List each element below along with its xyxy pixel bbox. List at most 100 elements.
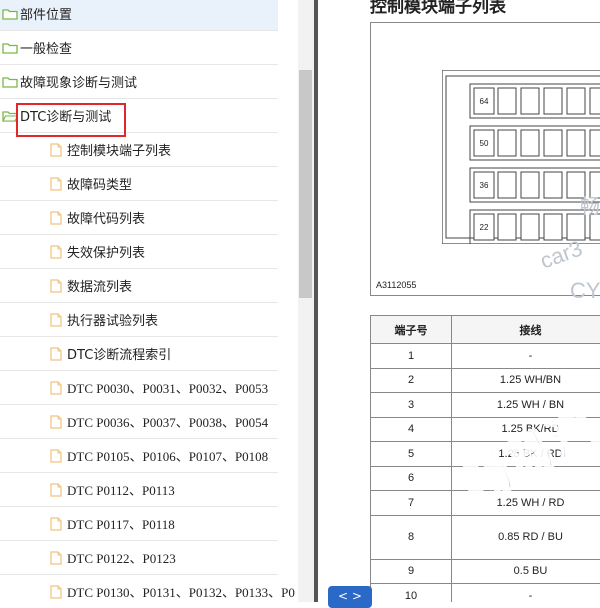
folder-icon xyxy=(2,42,16,53)
table-cell-pin: 5 xyxy=(371,442,452,467)
connector-pin-cell xyxy=(498,130,516,156)
document-icon xyxy=(50,177,62,191)
tree-folder-label: 部件位置 xyxy=(20,4,72,23)
connector-pin-cell xyxy=(521,172,539,198)
connector-pin-number: 64 xyxy=(480,97,489,106)
tree-page-label: DTC P0117、P0118 xyxy=(67,514,175,533)
connector-pin-cell xyxy=(590,130,600,156)
table-row: 90.5 BU xyxy=(371,559,600,584)
document-icon xyxy=(50,585,62,599)
connector-pin-number: 36 xyxy=(480,181,489,190)
tree-page-label: 失效保护列表 xyxy=(67,242,145,261)
table-row: 80.85 RD / BU xyxy=(371,515,600,559)
tree-page-label: DTC P0130、P0131、P0132、P0133、P0 xyxy=(67,582,295,601)
connector-pin-cell xyxy=(521,214,539,240)
document-icon xyxy=(50,347,62,361)
tree-page-item[interactable]: 故障代码列表 xyxy=(0,201,278,235)
connector-pin-cell xyxy=(544,172,562,198)
document-title: 控制模块端子列表 xyxy=(370,0,506,17)
document-icon xyxy=(50,313,62,327)
tree-page-item[interactable]: 故障码类型 xyxy=(0,167,278,201)
connector-pin-cell xyxy=(567,88,585,114)
table-cell-wire: - xyxy=(452,344,600,369)
table-cell-wire: - xyxy=(452,584,600,603)
folder-icon xyxy=(2,8,16,19)
selection-highlight-box xyxy=(16,103,126,137)
table-cell-wire: 0.5 BU xyxy=(452,559,600,584)
table-cell-wire: 0.85 RD / BU xyxy=(452,515,600,559)
document-icon xyxy=(50,551,62,565)
connector-pin-cell xyxy=(567,130,585,156)
connector-pin-cell xyxy=(590,172,600,198)
tree-folder-label: 一般检查 xyxy=(20,38,72,57)
tree-page-label: DTC诊断流程索引 xyxy=(67,344,171,363)
tree-page-item[interactable]: DTC P0105、P0106、P0107、P0108 xyxy=(0,439,278,473)
connector-pin-cell xyxy=(544,130,562,156)
table-cell-pin: 3 xyxy=(371,393,452,418)
tree-page-label: DTC P0036、P0037、P0038、P0054 xyxy=(67,412,268,431)
connector-pin-cell xyxy=(498,214,516,240)
tree-folder-symptom-diagnosis[interactable]: 故障现象诊断与测试 xyxy=(0,65,278,99)
document-pane: 控制模块端子列表 64503622 A3112055 端子号 接线 1-21.2… xyxy=(318,0,600,602)
tree-page-item[interactable]: DTC诊断流程索引 xyxy=(0,337,278,371)
tree-page-label: DTC P0122、P0123 xyxy=(67,548,176,567)
tree-page-item[interactable]: DTC P0036、P0037、P0038、P0054 xyxy=(0,405,278,439)
tree-page-label: DTC P0105、P0106、P0107、P0108 xyxy=(67,446,268,465)
connector-pin-cell xyxy=(590,88,600,114)
connector-pin-cell xyxy=(521,130,539,156)
tree-folder-parts-location[interactable]: 部件位置 xyxy=(0,0,278,31)
connector-pin-cell xyxy=(590,214,600,240)
document-icon xyxy=(50,211,62,225)
connector-pin-cell xyxy=(521,88,539,114)
document-icon xyxy=(50,483,62,497)
tree-page-item[interactable]: DTC P0030、P0031、P0032、P0053 xyxy=(0,371,278,405)
document-icon xyxy=(50,245,62,259)
tree-page-item[interactable]: 数据流列表 xyxy=(0,269,278,303)
figure-label: A3112055 xyxy=(376,280,416,290)
document-icon xyxy=(50,517,62,531)
table-row: 1- xyxy=(371,344,600,369)
table-cell-pin: 2 xyxy=(371,368,452,393)
table-cell-pin: 9 xyxy=(371,559,452,584)
tree-page-item[interactable]: DTC P0122、P0123 xyxy=(0,541,278,575)
document-icon xyxy=(50,415,62,429)
table-cell-pin: 8 xyxy=(371,515,452,559)
table-cell-pin: 7 xyxy=(371,491,452,516)
tree-page-item[interactable]: DTC P0117、P0118 xyxy=(0,507,278,541)
tree-page-label: 故障代码列表 xyxy=(67,208,145,227)
tree-page-label: 故障码类型 xyxy=(67,174,132,193)
page-nav-button[interactable]: < > xyxy=(328,586,372,608)
tree-page-item[interactable]: DTC P0130、P0131、P0132、P0133、P0 xyxy=(0,575,278,602)
connector-pin-number: 50 xyxy=(480,139,489,148)
connector-pin-number: 22 xyxy=(480,223,489,232)
tree-page-label: DTC P0030、P0031、P0032、P0053 xyxy=(67,378,268,397)
table-row: 21.25 WH/BN xyxy=(371,368,600,393)
document-icon xyxy=(50,381,62,395)
table-cell-pin: 4 xyxy=(371,417,452,442)
tree-page-item[interactable]: 控制模块端子列表 xyxy=(0,133,278,167)
table-cell-pin: 10 xyxy=(371,584,452,603)
tree-page-item[interactable]: DTC P0112、P0113 xyxy=(0,473,278,507)
tree-folder-general-check[interactable]: 一般检查 xyxy=(0,31,278,65)
connector-pin-cell xyxy=(498,88,516,114)
table-cell-pin: 1 xyxy=(371,344,452,369)
connector-pin-cell xyxy=(567,214,585,240)
table-header-wire: 接线 xyxy=(452,316,600,344)
table-row: 10- xyxy=(371,584,600,603)
tree-page-item[interactable]: 执行器试验列表 xyxy=(0,303,278,337)
table-cell-wire: 1.25 WH/BN xyxy=(452,368,600,393)
tree-folder-label: 故障现象诊断与测试 xyxy=(20,72,137,91)
document-icon xyxy=(50,449,62,463)
folder-icon xyxy=(2,76,16,87)
tree-scrollbar-thumb[interactable] xyxy=(299,70,312,298)
tree-page-item[interactable]: 失效保护列表 xyxy=(0,235,278,269)
table-cell-pin: 6 xyxy=(371,466,452,491)
tree-page-label: 数据流列表 xyxy=(67,276,132,295)
folder-open-icon xyxy=(2,110,16,121)
navigation-tree: 部件位置 一般检查 故障现象诊断与测试 DTC诊断与测试 控制模块端子列表故障码… xyxy=(0,0,298,602)
connector-pin-cell xyxy=(498,172,516,198)
document-icon xyxy=(50,143,62,157)
connector-pin-cell xyxy=(544,214,562,240)
tree-page-label: 执行器试验列表 xyxy=(67,310,158,329)
tree-page-label: DTC P0112、P0113 xyxy=(67,480,175,499)
